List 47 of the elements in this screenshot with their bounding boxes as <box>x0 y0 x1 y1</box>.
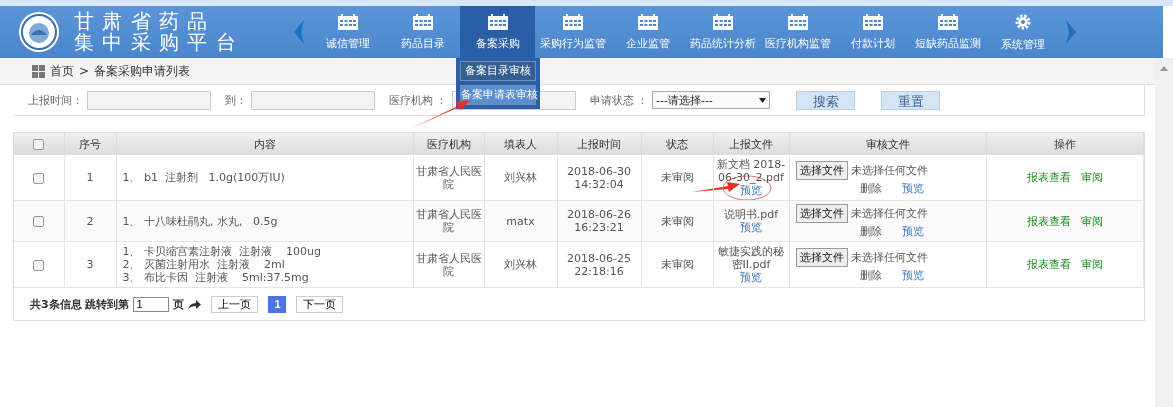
table-cell-text: 甘肃省人民医院 <box>414 208 483 234</box>
column-header: 医疗机构 <box>413 133 484 155</box>
table-cell: 3 <box>64 241 116 288</box>
table-cell: 1 <box>64 155 116 201</box>
breadcrumb-current: 备案采购申请列表 <box>94 62 191 80</box>
pager-info: 共3条信息 跳转到第 <box>30 296 130 312</box>
time-text: 22:18:16 <box>573 264 625 278</box>
filter-label: 申请状态 ： <box>589 92 648 108</box>
page-word: 页 <box>173 296 185 312</box>
content-line: 1、 b1 注射剂 1.0g(100万IU) <box>122 171 286 184</box>
table-cell: 未审阅 <box>641 200 713 242</box>
column-header: 状态 <box>641 133 713 155</box>
no-file-text: 未选择任何文件 <box>850 250 928 264</box>
table-cell: 2 <box>64 200 116 242</box>
file-name: 说明书.pdf <box>722 208 780 221</box>
no-file-text: 未选择任何文件 <box>850 207 928 220</box>
platform-title: 甘 肃 省 药 品 <box>74 11 210 32</box>
column-header: 序号 <box>64 133 116 155</box>
file-name: 敏捷实践的秘密II.pdf <box>717 245 785 271</box>
table-cell: 刘兴林 <box>484 155 557 201</box>
time-text: 16:23:21 <box>573 221 625 234</box>
column-header: 审核文件 <box>789 133 986 155</box>
time-text: 14:32:04 <box>573 177 625 191</box>
filter-label: 到： <box>225 92 247 108</box>
table-cell: 未审阅 <box>641 241 713 288</box>
filter-label: 医疗机构 ： <box>389 92 448 108</box>
time-text: 2018-06-26 <box>566 208 632 221</box>
content-line: 1、 卡贝缩宫素注射液 注射液 100ug <box>122 245 322 258</box>
table-cell-text: 甘肃省人民医院 <box>414 164 483 191</box>
content-line: 2、 灭菌注射用水 注射液 2ml <box>122 258 286 271</box>
time-text: 2018-06-30 <box>566 164 632 178</box>
content-line: 3、 布比卡因 注射液 5ml:37.5mg <box>122 271 310 284</box>
no-file-text: 未选择任何文件 <box>850 163 928 177</box>
content-line: 1、 十八味杜鹃丸, 水丸, 0.5g <box>122 214 279 228</box>
column-header: 填表人 <box>484 133 557 155</box>
table-cell-text: 甘肃省人民医院 <box>414 251 483 278</box>
table-cell: 刘兴林 <box>484 241 557 288</box>
filter-label: 上报时间： <box>28 92 83 108</box>
column-header: 内容 <box>116 133 413 155</box>
column-header: 上报文件 <box>713 133 789 155</box>
column-header: 操作 <box>986 133 1144 155</box>
table-cell: matx <box>484 200 557 242</box>
platform-title: 集 中 采 购 平 台 <box>74 32 237 53</box>
breadcrumb-separator: > <box>79 64 90 78</box>
column-header: 上报时间 <box>557 133 641 155</box>
time-text: 2018-06-25 <box>566 251 632 265</box>
file-name: 新文档 2018-06-30_2.pdf <box>715 158 787 184</box>
